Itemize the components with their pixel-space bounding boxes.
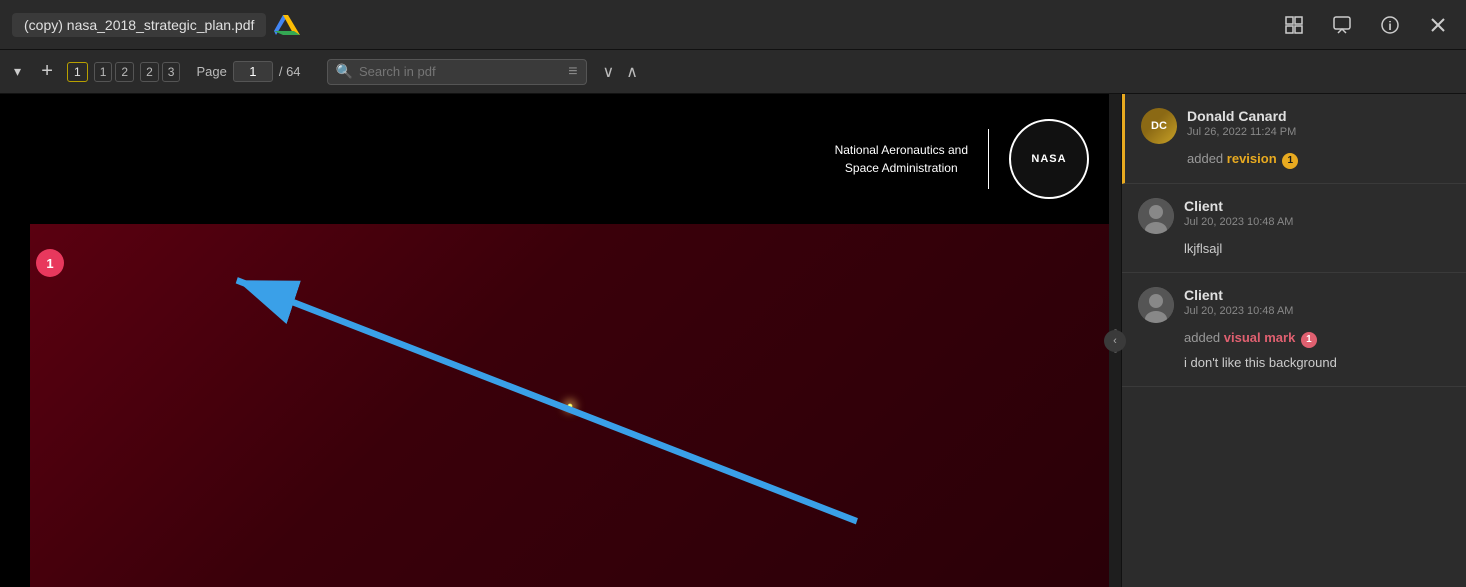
filter-icon[interactable]: ≡: [568, 63, 577, 81]
nav-down-button[interactable]: ∨: [599, 60, 619, 84]
page-total: / 64: [279, 64, 301, 79]
nebula-stars: [30, 224, 1109, 587]
nasa-text-block: National Aeronautics and Space Administr…: [835, 141, 968, 177]
top-bar: (copy) nasa_2018_strategic_plan.pdf: [0, 0, 1466, 50]
add-button[interactable]: +: [33, 58, 61, 86]
annotation-badge-1[interactable]: 1: [36, 249, 64, 277]
nasa-header: National Aeronautics and Space Administr…: [30, 94, 1109, 224]
comment-body-3: added visual mark 1 i don't like this ba…: [1184, 329, 1450, 372]
thumb-group-1-2: 1 2: [94, 62, 134, 82]
page-input[interactable]: [233, 61, 273, 82]
collapse-button[interactable]: ‹: [1104, 330, 1126, 352]
page-label: Page: [196, 64, 226, 79]
comments-button[interactable]: [1326, 9, 1358, 41]
search-wrapper: 🔍 ≡: [327, 59, 587, 85]
close-button[interactable]: [1422, 9, 1454, 41]
revision-badge-num: 1: [1282, 153, 1298, 169]
nav-up-button[interactable]: ∧: [622, 60, 642, 84]
comment-meta-2: Client Jul 20, 2023 10:48 AM: [1184, 198, 1450, 228]
top-bar-right: i: [1278, 9, 1454, 41]
visual-mark-badge: visual mark: [1224, 330, 1296, 345]
comment-meta-3: Client Jul 20, 2023 10:48 AM: [1184, 287, 1450, 317]
nasa-logo: NASA: [1009, 119, 1089, 199]
expand-button[interactable]: [1278, 9, 1310, 41]
comment-header-2: Client Jul 20, 2023 10:48 AM: [1138, 198, 1450, 234]
nasa-line1: National Aeronautics and: [835, 141, 968, 159]
comment-time-2: Jul 20, 2023 10:48 AM: [1184, 216, 1450, 228]
comment-item-1: DC Donald Canard Jul 26, 2022 11:24 PM a…: [1122, 94, 1466, 184]
file-title: (copy) nasa_2018_strategic_plan.pdf: [12, 13, 266, 37]
comment-body-1: added revision 1: [1187, 150, 1450, 169]
avatar-donald: DC: [1141, 108, 1177, 144]
thumb-1[interactable]: 1: [94, 62, 113, 82]
svg-text:i: i: [1388, 19, 1391, 33]
comment-text-3: i don't like this background: [1184, 354, 1450, 372]
nebula-region: [30, 224, 1109, 587]
comment-author-1: Donald Canard: [1187, 108, 1450, 124]
comment-item-2: Client Jul 20, 2023 10:48 AM lkjflsajl: [1122, 184, 1466, 273]
comments-panel: DC Donald Canard Jul 26, 2022 11:24 PM a…: [1121, 94, 1466, 587]
revision-badge: revision: [1227, 151, 1277, 166]
comment-author-3: Client: [1184, 287, 1450, 303]
search-input[interactable]: [359, 64, 562, 79]
comment-header-3: Client Jul 20, 2023 10:48 AM: [1138, 287, 1450, 323]
comment-item-3: › Client Jul 20, 2023 10:48 AM added: [1122, 273, 1466, 387]
avatar-client-1: [1138, 198, 1174, 234]
main-content: National Aeronautics and Space Administr…: [0, 94, 1466, 587]
pdf-page: National Aeronautics and Space Administr…: [30, 94, 1109, 587]
star-glow: [567, 403, 573, 409]
thumb-3[interactable]: 3: [162, 62, 181, 82]
thumb-2[interactable]: 2: [115, 62, 134, 82]
comment-time-1: Jul 26, 2022 11:24 PM: [1187, 126, 1450, 138]
drive-icon: [274, 11, 302, 39]
info-button[interactable]: i: [1374, 9, 1406, 41]
top-bar-left: (copy) nasa_2018_strategic_plan.pdf: [12, 11, 302, 39]
comment-text-2: lkjflsajl: [1184, 241, 1222, 256]
nasa-divider: [988, 129, 989, 189]
view-dropdown[interactable]: ▾: [8, 59, 27, 84]
nav-arrows: ∨ ∧: [599, 60, 642, 84]
comment-body-2: lkjflsajl: [1184, 240, 1450, 258]
toolbar: ▾ + 1 1 2 2 3 Page / 64 🔍 ≡ ∨ ∧: [0, 50, 1466, 94]
single-page-thumb[interactable]: 1: [67, 62, 88, 82]
added-label-1: added: [1187, 151, 1223, 166]
thumb-2b[interactable]: 2: [140, 62, 159, 82]
search-icon: 🔍: [336, 63, 353, 80]
thumb-group-2-3: 2 3: [140, 62, 180, 82]
comment-meta-1: Donald Canard Jul 26, 2022 11:24 PM: [1187, 108, 1450, 138]
comment-author-2: Client: [1184, 198, 1450, 214]
visual-mark-num: 1: [1301, 332, 1317, 348]
nasa-line2: Space Administration: [835, 159, 968, 177]
side-handle[interactable]: ‹: [1109, 94, 1121, 587]
pdf-viewer: National Aeronautics and Space Administr…: [0, 94, 1109, 587]
added-label-3: added: [1184, 330, 1220, 345]
avatar-client-2: [1138, 287, 1174, 323]
comment-time-3: Jul 20, 2023 10:48 AM: [1184, 305, 1450, 317]
comment-header-1: DC Donald Canard Jul 26, 2022 11:24 PM: [1141, 108, 1450, 144]
